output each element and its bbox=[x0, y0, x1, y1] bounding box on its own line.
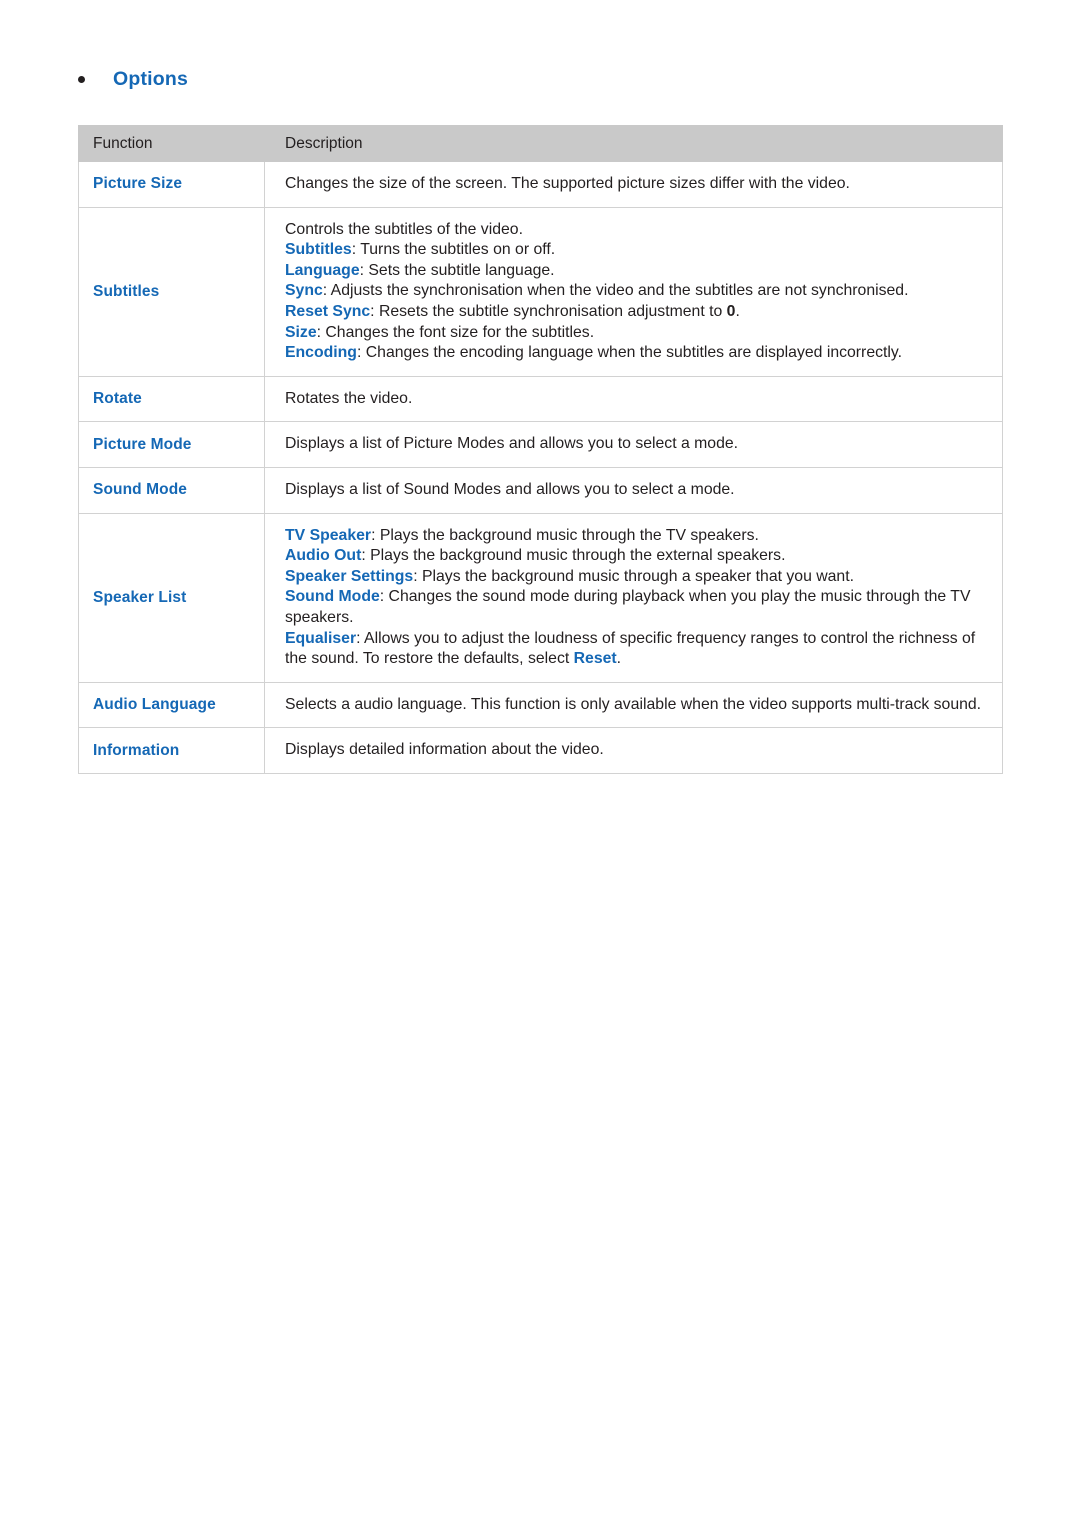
description-line: Displays a list of Sound Modes and allow… bbox=[285, 480, 735, 498]
table-row: Audio Language Selects a audio language. … bbox=[78, 681, 1003, 729]
row-description: Displays a list of Sound Modes and allow… bbox=[264, 466, 1003, 514]
description-line: Equaliser: Allows you to adjust the loud… bbox=[285, 629, 976, 668]
row-description: Displays a list of Picture Modes and all… bbox=[264, 421, 1003, 468]
description-keyword: Sound Mode bbox=[285, 588, 380, 606]
row-function-label: Audio Language bbox=[78, 681, 265, 729]
row-description: TV Speaker: Plays the background music t… bbox=[264, 512, 1003, 683]
row-description: Selects a audio language. This function … bbox=[264, 681, 1003, 729]
description-line: Language: Sets the subtitle language. bbox=[285, 261, 555, 279]
bullet-icon bbox=[78, 76, 85, 84]
section-heading: Options bbox=[78, 68, 189, 90]
description-line: Displays a list of Picture Modes and all… bbox=[285, 435, 739, 453]
document-page: Options Function Description Picture Siz… bbox=[0, 0, 1080, 1527]
table-row: Rotate Rotates the video. bbox=[78, 375, 1003, 423]
description-keyword: Equaliser bbox=[285, 629, 357, 647]
table-row: Sound Mode Displays a list of Sound Modes… bbox=[78, 466, 1003, 514]
row-description: Changes the size of the screen. The supp… bbox=[264, 161, 1003, 208]
description-keyword: Speaker Settings bbox=[285, 567, 414, 585]
table-row: Speaker List TV Speaker: Plays the backgr… bbox=[78, 512, 1003, 683]
row-description: Rotates the video. bbox=[264, 375, 1003, 423]
description-keyword: Reset bbox=[573, 650, 617, 668]
description-keyword: Subtitles bbox=[285, 241, 352, 259]
column-header-function: Function bbox=[78, 125, 265, 162]
description-keyword: Sync bbox=[285, 282, 323, 300]
description-keyword: Language bbox=[285, 261, 360, 279]
description-line: Subtitles: Turns the subtitles on or off… bbox=[285, 241, 556, 259]
row-function-label: Picture Size bbox=[78, 161, 265, 208]
description-line: Encoding: Changes the encoding language … bbox=[285, 344, 903, 362]
table-row: Picture Mode Displays a list of Picture M… bbox=[78, 421, 1003, 468]
description-keyword: TV Speaker bbox=[285, 526, 372, 544]
description-line: Reset Sync: Resets the subtitle synchron… bbox=[285, 302, 740, 320]
description-keyword: Audio Out bbox=[285, 547, 362, 565]
description-keyword: Reset Sync bbox=[285, 302, 371, 320]
description-line: Speaker Settings: Plays the background m… bbox=[285, 567, 854, 585]
row-function-label: Speaker List bbox=[78, 512, 265, 683]
description-line: Audio Out: Plays the background music th… bbox=[285, 547, 786, 565]
row-function-label: Sound Mode bbox=[78, 466, 265, 514]
row-description: Displays detailed information about the … bbox=[264, 727, 1003, 774]
description-line: Size: Changes the font size for the subt… bbox=[285, 323, 595, 341]
description-emphasis: 0 bbox=[726, 302, 736, 320]
description-line: TV Speaker: Plays the background music t… bbox=[285, 526, 759, 544]
description-line: Selects a audio language. This function … bbox=[285, 695, 982, 713]
description-line: Displays detailed information about the … bbox=[285, 741, 604, 759]
description-line: Controls the subtitles of the video. bbox=[285, 220, 523, 238]
table-body: Picture Size Changes the size of the scre… bbox=[78, 161, 1003, 774]
table-header: Function Description bbox=[78, 125, 1003, 162]
description-keyword: Encoding bbox=[285, 344, 357, 362]
row-description: Controls the subtitles of the video. Subt… bbox=[264, 206, 1003, 377]
table-row: Information Displays detailed information… bbox=[78, 727, 1003, 774]
table-row: Subtitles Controls the subtitles of the v… bbox=[78, 206, 1003, 377]
section-heading-label: Options bbox=[113, 68, 189, 90]
table-row: Picture Size Changes the size of the scre… bbox=[78, 161, 1003, 208]
options-table: Function Description Picture Size Changes… bbox=[78, 125, 1003, 774]
description-keyword: Size bbox=[285, 323, 317, 341]
table-header-row: Function Description bbox=[78, 125, 1003, 162]
row-function-label: Information bbox=[78, 727, 265, 774]
column-header-description: Description bbox=[264, 125, 1003, 162]
description-line: Rotates the video. bbox=[285, 389, 413, 407]
description-line: Sync: Adjusts the synchronisation when t… bbox=[285, 282, 909, 300]
description-line: Changes the size of the screen. The supp… bbox=[285, 175, 850, 192]
row-function-label: Rotate bbox=[78, 375, 265, 423]
row-function-label: Subtitles bbox=[78, 206, 265, 377]
description-line: Sound Mode: Changes the sound mode durin… bbox=[285, 588, 971, 626]
row-function-label: Picture Mode bbox=[78, 421, 265, 468]
